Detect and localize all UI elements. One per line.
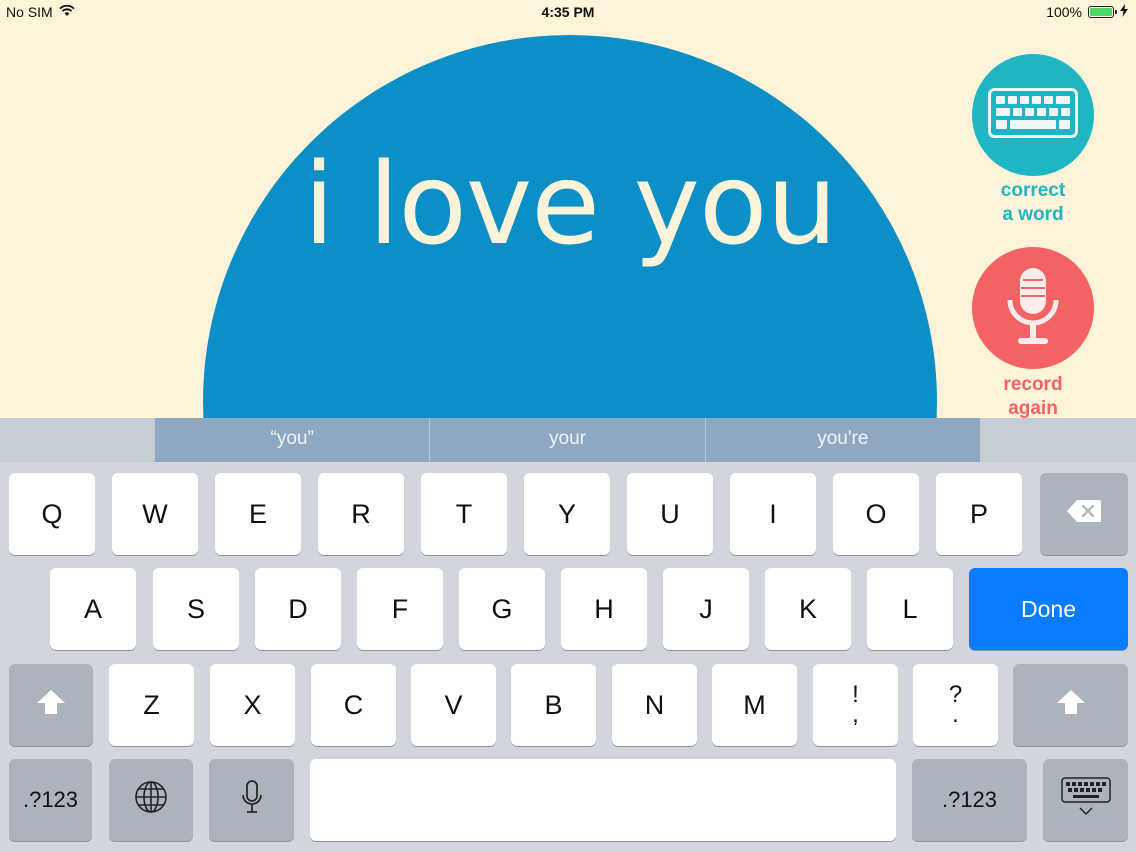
onscreen-keyboard: “you” your you're Q W E R T Y U I O P A …: [0, 418, 1136, 852]
battery-percent: 100%: [1046, 4, 1082, 20]
key-question-period[interactable]: ? .: [913, 664, 998, 746]
delete-icon: [1066, 499, 1102, 530]
keyboard-hide-icon: [1060, 776, 1111, 824]
suggestion-1[interactable]: “you”: [155, 418, 431, 462]
shift-key-right[interactable]: [1013, 664, 1128, 746]
correct-word-label[interactable]: correct a word: [960, 179, 1106, 227]
numbers-key-right[interactable]: .?123: [912, 759, 1027, 841]
key-j[interactable]: J: [663, 568, 749, 650]
key-f[interactable]: F: [357, 568, 443, 650]
transcript-text: i love you: [303, 140, 838, 270]
key-t[interactable]: T: [421, 473, 507, 555]
status-bar: No SIM 4:35 PM 100%: [0, 0, 1136, 24]
done-key[interactable]: Done: [969, 568, 1128, 650]
status-right: 100%: [1046, 4, 1128, 20]
record-again-button[interactable]: [972, 247, 1094, 369]
key-c[interactable]: C: [311, 664, 396, 746]
key-b[interactable]: B: [511, 664, 596, 746]
key-e[interactable]: E: [215, 473, 301, 555]
battery-icon: [1088, 6, 1117, 18]
microphone-icon: [241, 779, 263, 821]
key-i[interactable]: I: [730, 473, 816, 555]
key-r[interactable]: R: [318, 473, 404, 555]
key-v[interactable]: V: [411, 664, 496, 746]
key-l[interactable]: L: [867, 568, 953, 650]
hide-keyboard-key[interactable]: [1043, 759, 1128, 841]
key-h[interactable]: H: [561, 568, 647, 650]
suggestion-bar: “you” your you're: [0, 418, 1136, 462]
key-exclaim-comma[interactable]: ! ,: [813, 664, 898, 746]
globe-key[interactable]: [109, 759, 193, 841]
shift-icon: [1056, 689, 1086, 722]
delete-key[interactable]: [1040, 473, 1128, 555]
numbers-key-left[interactable]: .?123: [9, 759, 92, 841]
shift-key-left[interactable]: [9, 664, 93, 746]
dictation-key[interactable]: [209, 759, 294, 841]
key-m[interactable]: M: [712, 664, 797, 746]
key-z[interactable]: Z: [109, 664, 194, 746]
key-u[interactable]: U: [627, 473, 713, 555]
keyboard-icon: [988, 87, 1078, 143]
correct-word-button[interactable]: [972, 54, 1094, 176]
space-key[interactable]: [310, 759, 896, 841]
key-x[interactable]: X: [210, 664, 295, 746]
key-o[interactable]: O: [833, 473, 919, 555]
key-s[interactable]: S: [153, 568, 239, 650]
key-q[interactable]: Q: [9, 473, 95, 555]
key-k[interactable]: K: [765, 568, 851, 650]
shift-icon: [36, 689, 66, 722]
microphone-icon: [1005, 266, 1061, 351]
globe-icon: [134, 780, 168, 821]
key-p[interactable]: P: [936, 473, 1022, 555]
record-again-label[interactable]: record again: [960, 373, 1106, 421]
suggestion-3[interactable]: you're: [706, 418, 980, 462]
clock: 4:35 PM: [541, 4, 595, 20]
key-n[interactable]: N: [612, 664, 697, 746]
key-y[interactable]: Y: [524, 473, 610, 555]
key-a[interactable]: A: [50, 568, 136, 650]
key-d[interactable]: D: [255, 568, 341, 650]
key-g[interactable]: G: [459, 568, 545, 650]
suggestion-2[interactable]: your: [430, 418, 706, 462]
charging-icon: [1120, 4, 1128, 20]
suggestion-strip: “you” your you're: [155, 418, 980, 462]
key-w[interactable]: W: [112, 473, 198, 555]
